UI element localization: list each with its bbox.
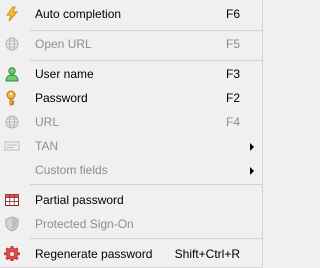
menu-item-open-url[interactable]: Open URL F5 [0,32,262,56]
menu-item-shortcut: F4 [225,115,240,129]
user-icon [4,66,20,82]
menu-item-label: Partial password [35,193,124,207]
submenu-arrow-icon [250,167,254,175]
menu-item-shortcut: F2 [225,91,240,105]
tan-icon [4,138,20,154]
menu-item-label: Custom fields [35,163,108,177]
menu-item-password[interactable]: Password F2 [0,86,262,110]
separator [30,30,262,31]
menu-item-url[interactable]: URL F4 [0,110,262,134]
menu-item-shortcut: F3 [225,67,240,81]
lightning-icon [4,6,20,22]
menu-item-label: Auto completion [35,7,122,21]
key-icon [4,90,20,106]
globe-icon [4,114,20,130]
separator [30,238,262,239]
menu-item-custom-fields[interactable]: Custom fields [0,158,262,182]
menu-item-label: URL [35,115,60,129]
menu-item-partial-password[interactable]: Partial password [0,188,262,212]
separator [30,184,262,185]
separator [30,60,262,61]
submenu-arrow-icon [250,143,254,151]
menu-item-shortcut: Shift+Ctrl+R [174,247,240,261]
menu-item-tan[interactable]: TAN [0,134,262,158]
menu-item-label: Password [35,91,88,105]
gear-icon [4,246,20,262]
menu-item-label: Protected Sign-On [35,217,134,231]
menu-item-label: TAN [35,139,59,153]
menu-item-label: User name [35,67,94,81]
menu-item-shortcut: F5 [225,37,240,51]
menu-item-label: Regenerate password [35,247,153,261]
globe-icon [4,36,20,52]
menu-item-shortcut: F6 [225,7,240,21]
shield-icon [4,216,20,232]
context-menu: Auto completion F6 Open URL F5 User name [0,0,263,268]
menu-item-label: Open URL [35,37,92,51]
menu-item-auto-completion[interactable]: Auto completion F6 [0,2,262,26]
grid-icon [4,192,20,208]
menu-item-regenerate-password[interactable]: Regenerate password Shift+Ctrl+R [0,242,262,266]
menu-item-protected-sign-on[interactable]: Protected Sign-On [0,212,262,236]
menu-item-user-name[interactable]: User name F3 [0,62,262,86]
